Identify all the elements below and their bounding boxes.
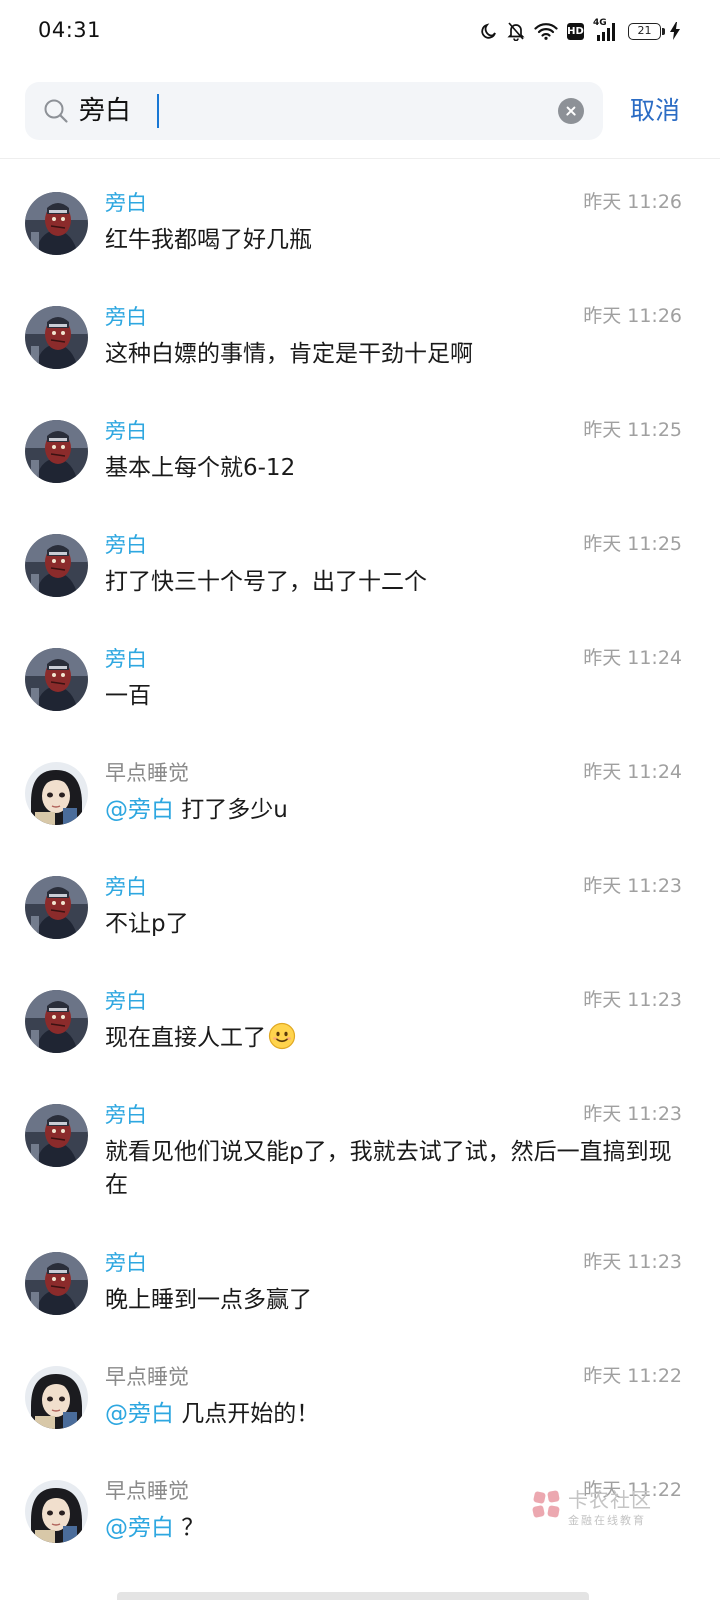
avatar[interactable] bbox=[25, 762, 88, 825]
avatar[interactable] bbox=[25, 990, 88, 1053]
message-body: 不让p了 bbox=[105, 911, 189, 937]
search-icon bbox=[43, 98, 69, 128]
avatar[interactable] bbox=[25, 876, 88, 939]
result-item[interactable]: 旁白 昨天 11:23 晚上睡到一点多赢了 bbox=[0, 1251, 720, 1362]
result-item[interactable]: 旁白 昨天 11:26 红牛我都喝了好几瓶 bbox=[0, 191, 720, 302]
message-body: 打了多少u bbox=[174, 797, 288, 823]
message-body: 基本上每个就6-12 bbox=[105, 455, 296, 481]
message-timestamp: 昨天 11:26 bbox=[583, 305, 682, 327]
message-timestamp: 昨天 11:23 bbox=[583, 989, 682, 1011]
sender-name: 旁白 bbox=[105, 989, 147, 1013]
message-timestamp: 昨天 11:23 bbox=[583, 875, 682, 897]
message-timestamp: 昨天 11:22 bbox=[583, 1365, 682, 1387]
sender-name: 旁白 bbox=[105, 875, 147, 899]
avatar[interactable] bbox=[25, 1104, 88, 1167]
result-item[interactable]: 旁白 昨天 11:25 基本上每个就6-12 bbox=[0, 419, 720, 530]
message-timestamp: 昨天 11:26 bbox=[583, 191, 682, 213]
message-text: @旁白 几点开始的！ bbox=[105, 1398, 685, 1431]
watermark-icon bbox=[532, 1490, 560, 1518]
watermark-subtitle: 金融在线教育 bbox=[568, 1514, 646, 1527]
message-timestamp: 昨天 11:25 bbox=[583, 419, 682, 441]
watermark-title: 卡农社区 bbox=[568, 1488, 652, 1512]
avatar[interactable] bbox=[25, 534, 88, 597]
mention-tag[interactable]: @旁白 bbox=[105, 797, 174, 823]
status-icons: HD 4G 21 bbox=[480, 18, 680, 44]
result-item[interactable]: 旁白 昨天 11:26 这种白嫖的事情，肯定是干劲十足啊 bbox=[0, 305, 720, 416]
search-header: 旁白 取消 bbox=[0, 62, 720, 159]
clear-icon[interactable] bbox=[558, 98, 584, 124]
sender-name: 旁白 bbox=[105, 647, 147, 671]
cancel-button[interactable]: 取消 bbox=[630, 93, 680, 129]
result-item[interactable]: 旁白 昨天 11:23 不让p了 bbox=[0, 875, 720, 986]
chat-search-screen: 04:31 HD 4G 21 旁白 取消 旁白 昨天 11:26 红牛我都喝了好… bbox=[0, 0, 720, 1600]
message-text: 打了快三十个号了，出了十二个 bbox=[105, 566, 685, 599]
message-body: 一百 bbox=[105, 683, 151, 709]
sender-name: 旁白 bbox=[105, 191, 147, 215]
message-text: @旁白 打了多少u bbox=[105, 794, 685, 827]
search-query[interactable]: 旁白 bbox=[79, 93, 131, 129]
message-text: 基本上每个就6-12 bbox=[105, 452, 685, 485]
message-timestamp: 昨天 11:24 bbox=[583, 647, 682, 669]
message-body: ？ bbox=[174, 1515, 205, 1541]
message-text: 红牛我都喝了好几瓶 bbox=[105, 224, 685, 257]
message-body: 红牛我都喝了好几瓶 bbox=[105, 227, 312, 253]
result-item[interactable]: 旁白 昨天 11:25 打了快三十个号了，出了十二个 bbox=[0, 533, 720, 644]
sender-name: 旁白 bbox=[105, 1103, 147, 1127]
watermark-logo: 卡农社区 金融在线教育 bbox=[530, 1480, 680, 1540]
result-item[interactable]: 旁白 昨天 11:24 一百 bbox=[0, 647, 720, 758]
status-bar: 04:31 HD 4G 21 bbox=[0, 0, 720, 62]
smile-emoji-icon bbox=[268, 1022, 296, 1060]
message-body: 就看见他们说又能p了，我就去试了试，然后一直搞到现在 bbox=[105, 1139, 672, 1198]
status-time: 04:31 bbox=[38, 18, 102, 42]
avatar[interactable] bbox=[25, 1366, 88, 1429]
mention-tag[interactable]: @旁白 bbox=[105, 1515, 174, 1541]
sender-name: 旁白 bbox=[105, 533, 147, 557]
message-body: 晚上睡到一点多赢了 bbox=[105, 1287, 312, 1313]
avatar[interactable] bbox=[25, 420, 88, 483]
message-text: 这种白嫖的事情，肯定是干劲十足啊 bbox=[105, 338, 685, 371]
message-timestamp: 昨天 11:24 bbox=[583, 761, 682, 783]
message-text: 现在直接人工了 bbox=[105, 1022, 685, 1060]
message-text: 晚上睡到一点多赢了 bbox=[105, 1284, 685, 1317]
message-body: 几点开始的！ bbox=[174, 1401, 320, 1427]
message-text: 不让p了 bbox=[105, 908, 685, 941]
message-text: 一百 bbox=[105, 680, 685, 713]
moon-icon bbox=[480, 22, 498, 40]
sender-name: 早点睡觉 bbox=[105, 1365, 189, 1389]
battery-indicator: 21 bbox=[628, 22, 665, 40]
search-input[interactable]: 旁白 bbox=[25, 82, 603, 140]
text-caret bbox=[157, 94, 159, 128]
sender-name: 旁白 bbox=[105, 419, 147, 443]
message-timestamp: 昨天 11:25 bbox=[583, 533, 682, 555]
avatar[interactable] bbox=[25, 648, 88, 711]
message-body: 这种白嫖的事情，肯定是干劲十足啊 bbox=[105, 341, 473, 367]
result-item[interactable]: 早点睡觉 昨天 11:22 @旁白 几点开始的！ bbox=[0, 1365, 720, 1476]
bell-off-icon bbox=[507, 21, 525, 41]
avatar[interactable] bbox=[25, 1480, 88, 1543]
message-body: 现在直接人工了 bbox=[105, 1025, 266, 1051]
message-timestamp: 昨天 11:23 bbox=[583, 1251, 682, 1273]
mention-tag[interactable]: @旁白 bbox=[105, 1401, 174, 1427]
wifi-icon bbox=[534, 22, 558, 40]
avatar[interactable] bbox=[25, 192, 88, 255]
result-item[interactable]: 旁白 昨天 11:23 现在直接人工了 bbox=[0, 989, 720, 1100]
avatar[interactable] bbox=[25, 306, 88, 369]
sender-name: 早点睡觉 bbox=[105, 761, 189, 785]
hd-badge: HD bbox=[567, 22, 584, 40]
sender-name: 旁白 bbox=[105, 1251, 147, 1275]
bottom-handle bbox=[117, 1592, 589, 1600]
message-body: 打了快三十个号了，出了十二个 bbox=[105, 569, 427, 595]
message-timestamp: 昨天 11:23 bbox=[583, 1103, 682, 1125]
avatar[interactable] bbox=[25, 1252, 88, 1315]
sender-name: 旁白 bbox=[105, 305, 147, 329]
charging-icon bbox=[670, 22, 680, 40]
message-text: 就看见他们说又能p了，我就去试了试，然后一直搞到现在 bbox=[105, 1136, 685, 1202]
signal-icon: 4G bbox=[593, 18, 619, 42]
sender-name: 早点睡觉 bbox=[105, 1479, 189, 1503]
result-item[interactable]: 早点睡觉 昨天 11:24 @旁白 打了多少u bbox=[0, 761, 720, 872]
result-item[interactable]: 旁白 昨天 11:23 就看见他们说又能p了，我就去试了试，然后一直搞到现在 bbox=[0, 1103, 720, 1214]
